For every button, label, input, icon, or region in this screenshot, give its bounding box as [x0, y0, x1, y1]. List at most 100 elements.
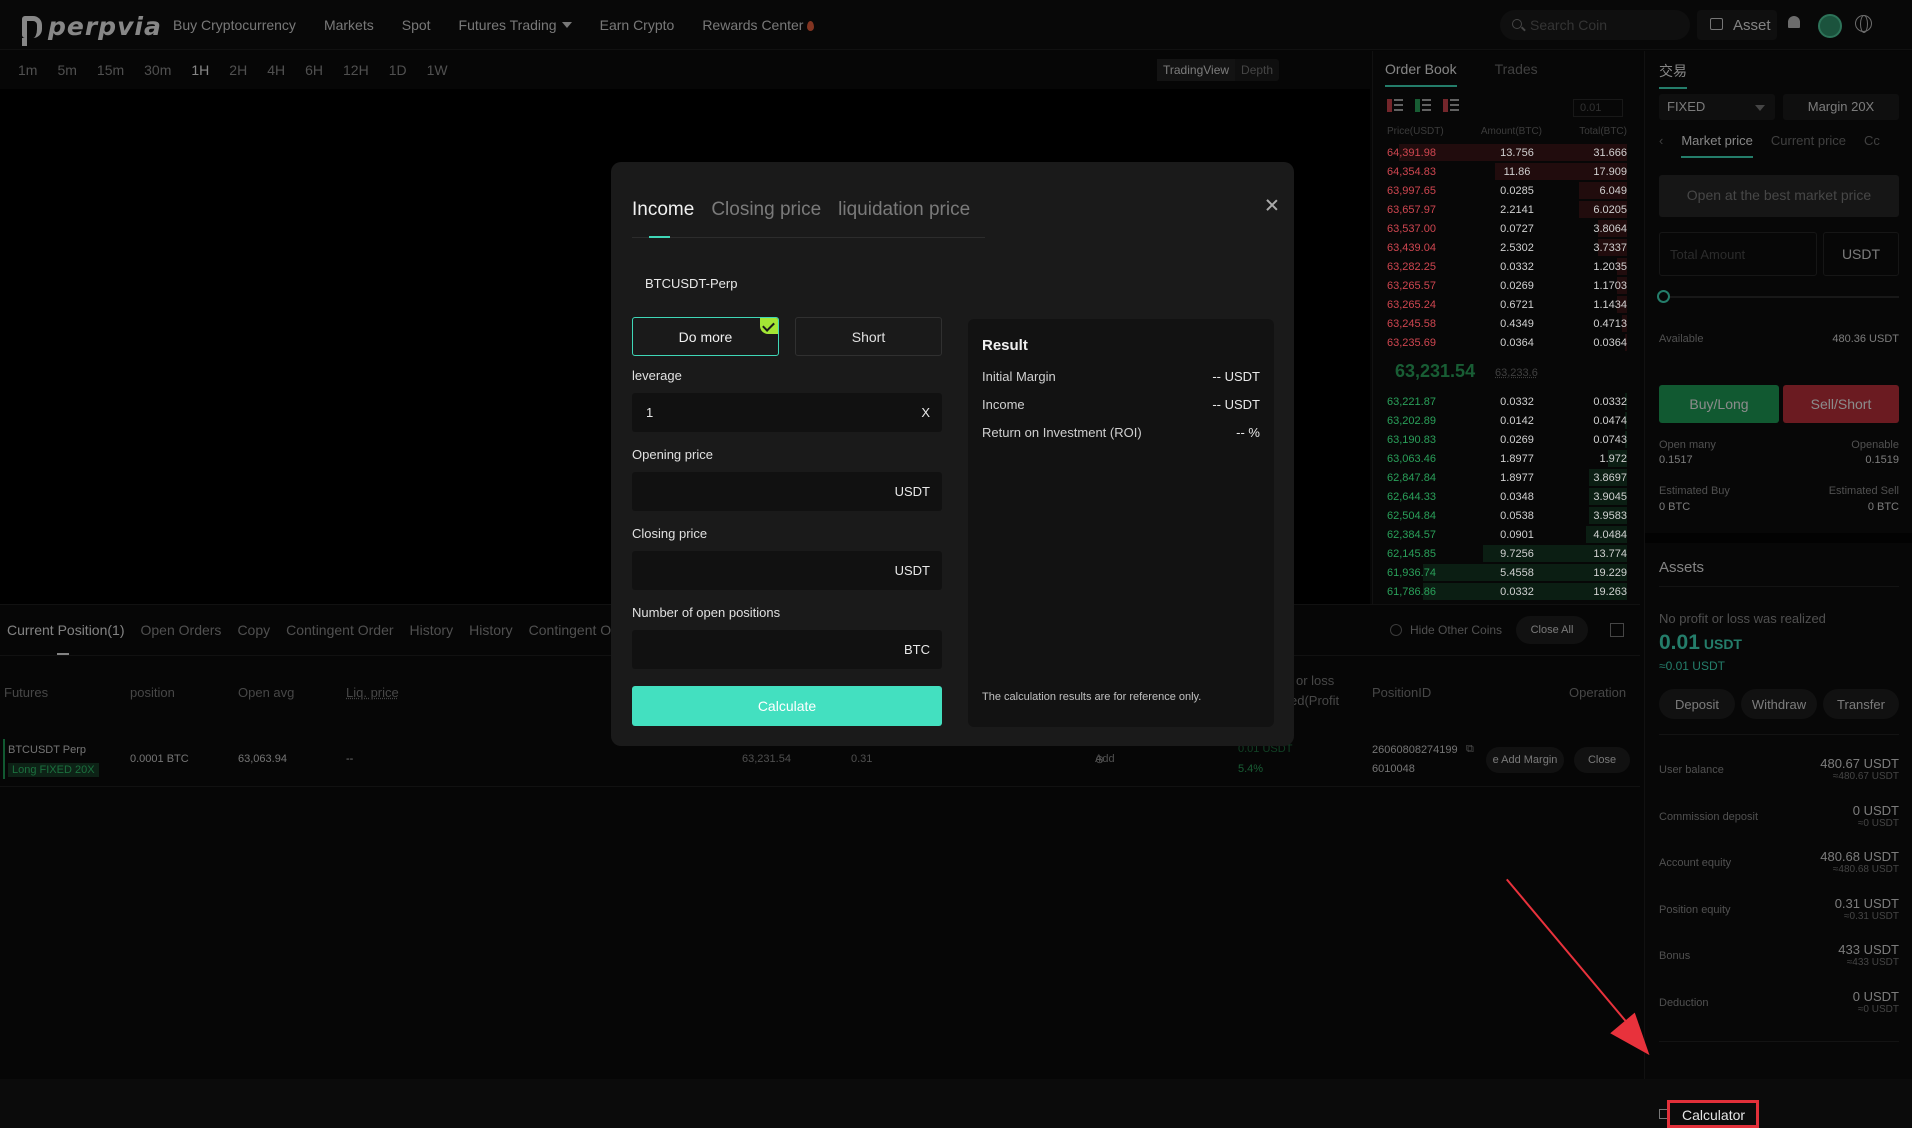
bid-amount: 0.0269	[1500, 433, 1534, 446]
ask-price: 63,537.00	[1387, 222, 1436, 235]
ask-price: 63,235.69	[1387, 336, 1436, 349]
closing-price-input[interactable]: USDT	[632, 551, 942, 590]
ask-amount: 0.6721	[1500, 298, 1534, 311]
active-tab-underline	[649, 236, 670, 238]
ask-price: 63,657.97	[1387, 203, 1436, 216]
bid-price: 62,145.85	[1387, 547, 1436, 560]
result-value: -- %	[1236, 425, 1260, 440]
leverage-input[interactable]: 1 X	[632, 393, 942, 432]
ask-price: 63,997.65	[1387, 184, 1436, 197]
ask-total: 6.0205	[1593, 203, 1627, 216]
ask-price: 64,354.83	[1387, 165, 1436, 178]
tab-liquidation-price[interactable]: liquidation price	[838, 199, 970, 221]
ask-total: 0.0364	[1593, 336, 1627, 349]
closing-price-unit: USDT	[894, 563, 930, 578]
bid-amount: 0.0901	[1500, 528, 1534, 541]
result-label: Return on Investment (ROI)	[982, 425, 1142, 440]
bid-amount: 0.0142	[1500, 414, 1534, 427]
ask-amount: 0.0285	[1500, 184, 1534, 197]
result-income: Income -- USDT	[982, 397, 1260, 412]
result-initial-margin: Initial Margin -- USDT	[982, 369, 1260, 384]
tab-income[interactable]: Income	[632, 199, 694, 221]
bid-total: 19.229	[1593, 566, 1627, 579]
result-panel: Result Initial Margin -- USDT Income -- …	[968, 319, 1274, 727]
close-icon[interactable]	[1266, 199, 1278, 211]
calculator-modal: Income Closing price liquidation price B…	[611, 162, 1294, 746]
ask-total: 17.909	[1593, 165, 1627, 178]
opening-price-label: Opening price	[632, 447, 713, 462]
bid-price: 63,221.87	[1387, 395, 1436, 408]
ask-amount: 2.2141	[1500, 203, 1534, 216]
checkmark-icon	[760, 318, 778, 334]
ask-total: 6.049	[1599, 184, 1627, 197]
result-value: -- USDT	[1212, 397, 1260, 412]
bid-amount: 9.7256	[1500, 547, 1534, 560]
calculator-button[interactable]: Calculator	[1667, 1100, 1759, 1128]
opening-price-unit: USDT	[894, 484, 930, 499]
closing-price-label: Closing price	[632, 526, 708, 541]
opening-price-input[interactable]: USDT	[632, 472, 942, 511]
open-positions-input[interactable]: BTC	[632, 630, 942, 669]
ask-amount: 0.0727	[1500, 222, 1534, 235]
bid-amount: 0.0538	[1500, 509, 1534, 522]
tab-closing-price[interactable]: Closing price	[711, 199, 821, 221]
ask-amount: 11.86	[1503, 165, 1531, 178]
do-more-label: Do more	[678, 329, 733, 345]
bid-amount: 1.8977	[1500, 471, 1534, 484]
ask-amount: 0.0332	[1500, 260, 1534, 273]
ask-total: 3.8064	[1593, 222, 1627, 235]
ask-total: 1.1434	[1593, 298, 1627, 311]
bid-total: 0.0332	[1593, 395, 1627, 408]
ask-total: 0.4713	[1593, 317, 1627, 330]
calculator-symbol: BTCUSDT-Perp	[645, 276, 738, 291]
ask-total: 31.666	[1593, 146, 1627, 159]
ask-amount: 0.0364	[1500, 336, 1534, 349]
bid-price: 63,063.46	[1387, 452, 1436, 465]
do-more-button[interactable]: Do more	[632, 317, 779, 356]
bid-total: 19.263	[1593, 585, 1627, 598]
short-button[interactable]: Short	[795, 317, 942, 356]
bid-total: 0.0474	[1593, 414, 1627, 427]
open-positions-unit: BTC	[904, 642, 930, 657]
bid-rows: 63,221.87 0.0332 0.0332 63,202.89 0.0142 0.04…	[1387, 392, 1627, 601]
bid-total: 0.0743	[1593, 433, 1627, 446]
bid-price: 61,936.74	[1387, 566, 1436, 579]
open-positions-label: Number of open positions	[632, 605, 781, 620]
ask-total: 1.2035	[1593, 260, 1627, 273]
ask-total: 1.1703	[1593, 279, 1627, 292]
result-label: Income	[982, 397, 1025, 412]
bid-price: 63,202.89	[1387, 414, 1436, 427]
bid-total: 3.9045	[1593, 490, 1627, 503]
bid-price: 63,190.83	[1387, 433, 1436, 446]
leverage-unit: X	[921, 405, 930, 420]
ask-price: 63,439.04	[1387, 241, 1436, 254]
tabs-divider	[632, 237, 985, 238]
result-value: -- USDT	[1212, 369, 1260, 384]
bid-amount: 0.0348	[1500, 490, 1534, 503]
leverage-value: 1	[646, 405, 654, 420]
ask-amount: 13.756	[1500, 146, 1534, 159]
bid-total: 1.972	[1599, 452, 1627, 465]
bid-total: 13.774	[1593, 547, 1627, 560]
ask-price: 64,391.98	[1387, 146, 1436, 159]
ask-price: 63,265.24	[1387, 298, 1436, 311]
ask-rows: 64,391.98 13.756 31.666 64,354.83 11.86 17.90…	[1387, 143, 1627, 352]
bid-amount: 1.8977	[1500, 452, 1534, 465]
bid-total: 3.9583	[1593, 509, 1627, 522]
bid-price: 61,786.86	[1387, 585, 1436, 598]
bid-amount: 5.4558	[1500, 566, 1534, 579]
leverage-label: leverage	[632, 368, 682, 383]
bid-price: 62,384.57	[1387, 528, 1436, 541]
bid-price: 62,504.84	[1387, 509, 1436, 522]
ask-amount: 2.5302	[1500, 241, 1534, 254]
calculate-button[interactable]: Calculate	[632, 686, 942, 726]
bid-amount: 0.0332	[1500, 395, 1534, 408]
ask-price: 63,265.57	[1387, 279, 1436, 292]
ask-total: 3.7337	[1593, 241, 1627, 254]
ask-price: 63,282.25	[1387, 260, 1436, 273]
calculator-tabs: Income Closing price liquidation price	[632, 199, 970, 221]
bid-total: 4.0484	[1593, 528, 1627, 541]
bid-amount: 0.0332	[1500, 585, 1534, 598]
bid-price: 62,847.84	[1387, 471, 1436, 484]
bid-price: 62,644.33	[1387, 490, 1436, 503]
